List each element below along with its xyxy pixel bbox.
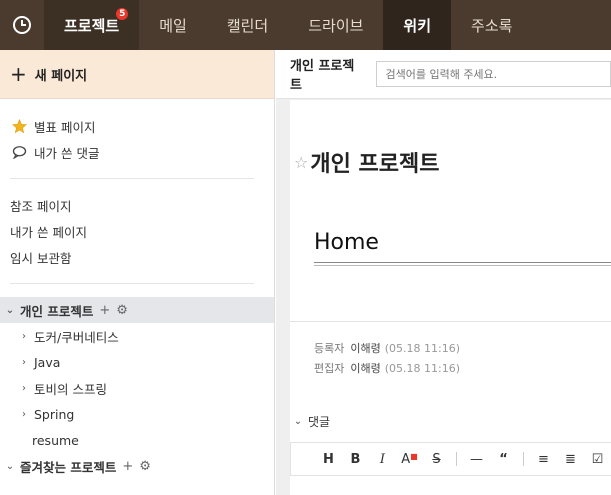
chevron-down-icon: ⌄ [293, 415, 303, 427]
sidebar-item-label: 내가 쓴 댓글 [34, 145, 100, 161]
tree-item-label: Java [34, 354, 61, 370]
add-icon[interactable]: + [99, 303, 110, 318]
nav-drive[interactable]: 드라이브 [288, 0, 383, 50]
font-color-button[interactable]: A■ [396, 452, 423, 467]
registered-info: 등록자 이해령 (05.18 11:16) [314, 340, 460, 356]
tree-item-toby-spring[interactable]: › 토비의 스프링 [0, 375, 274, 401]
tree-item-label: 개인 프로젝트 [20, 303, 94, 319]
editor-toolbar: H B I A■ S — “ ≡ ≣ ☑ [290, 442, 611, 476]
edited-at: (05.18 11:16) [384, 362, 461, 375]
registered-label: 등록자 [314, 342, 345, 355]
nav-calendar[interactable]: 캘린더 [207, 0, 288, 50]
nav-drive-label: 드라이브 [308, 16, 364, 35]
tree-item-resume[interactable]: resume [0, 427, 274, 453]
tree-item-label: resume [32, 432, 79, 448]
new-page-label: 새 페이지 [34, 68, 88, 84]
divider [10, 178, 254, 179]
main-content: 개인 프로젝트 ☆ 개인 프로젝트 Home 등록자이해령(05.18 11:1… [276, 50, 611, 495]
tree-item-label: Spring [34, 406, 75, 422]
registered-by[interactable]: 이해령 [350, 342, 380, 355]
edited-label: 편집자 [314, 362, 345, 375]
sidebar-item-favorites[interactable]: 별표 페이지 [10, 113, 264, 139]
tree-item-java[interactable]: › Java [0, 349, 274, 375]
horizontal-rule-button[interactable]: — [463, 452, 490, 467]
nav-calendar-label: 캘린더 [226, 16, 269, 35]
sidebar-item-label: 내가 쓴 페이지 [10, 224, 87, 240]
quote-button[interactable]: “ [490, 452, 517, 467]
chevron-right-icon[interactable]: › [18, 357, 30, 368]
edited-by[interactable]: 이해령 [350, 362, 380, 375]
divider [290, 321, 611, 322]
page-title: ☆ 개인 프로젝트 [294, 146, 439, 178]
nav-project[interactable]: 프로젝트 5 [44, 0, 140, 50]
edited-info: 편집자 이해령 (05.18 11:16) [314, 360, 460, 376]
tree-item-docker[interactable]: › 도커/쿠버네티스 [0, 323, 274, 349]
chevron-down-icon[interactable]: ⌄ [4, 461, 16, 472]
add-icon[interactable]: + [122, 459, 133, 474]
top-nav: 프로젝트 5 메일 캘린더 드라이브 위키 주소록 [0, 0, 611, 50]
italic-button[interactable]: I [369, 452, 396, 467]
search-input[interactable] [376, 61, 611, 87]
clock-icon[interactable] [0, 0, 44, 50]
checkbox-list-button[interactable]: ☑ [584, 452, 611, 467]
heading-rule [314, 262, 611, 266]
bullet-list-button[interactable]: ≡ [530, 452, 557, 467]
toolbar-divider [456, 452, 457, 466]
sidebar-item-drafts[interactable]: 임시 보관함 [10, 244, 264, 270]
chevron-down-icon[interactable]: ⌄ [4, 305, 16, 316]
strikethrough-button[interactable]: S [423, 452, 450, 467]
nav-wiki[interactable]: 위키 [383, 0, 452, 50]
comments-toggle[interactable]: ⌄ 댓글 [290, 406, 611, 436]
sidebar-item-label: 임시 보관함 [10, 250, 72, 266]
nav-contacts-label: 주소록 [471, 16, 513, 35]
nav-wiki-label: 위키 [403, 16, 432, 35]
bold-button[interactable]: B [342, 452, 369, 467]
heading-button[interactable]: H [315, 452, 342, 467]
chevron-right-icon[interactable]: › [18, 383, 30, 394]
comments-label: 댓글 [308, 414, 331, 429]
toolbar-divider [522, 452, 524, 466]
gear-icon[interactable]: ⚙ [139, 459, 151, 474]
chevron-right-icon[interactable]: › [18, 409, 30, 420]
plus-icon: + [10, 62, 27, 86]
divider [10, 283, 254, 284]
sidebar-item-my-pages[interactable]: 내가 쓴 페이지 [10, 218, 264, 244]
document: ☆ 개인 프로젝트 Home 등록자 이해령 (05.18 11:16) 편집자 이해… [290, 100, 611, 442]
star-icon [10, 118, 28, 134]
sidebar-item-reference[interactable]: 참조 페이지 [10, 192, 264, 218]
tree-item-project[interactable]: ⌄ 개인 프로젝트 + ⚙ [0, 297, 274, 323]
sidebar-item-my-comments[interactable]: 내가 쓴 댓글 [10, 139, 264, 165]
sidebar: + 새 페이지 별표 페이지 내가 쓴 댓글 참조 페이지 내가 쓴 페이지 임… [0, 50, 275, 495]
nav-contacts[interactable]: 주소록 [451, 0, 532, 50]
sidebar-item-label: 별표 페이지 [34, 119, 96, 135]
registered-at: (05.18 11:16) [384, 342, 461, 355]
tree-item-label: 즐겨찾는 프로젝트 [20, 459, 117, 475]
notification-badge: 5 [116, 8, 129, 20]
tree-item-spring[interactable]: › Spring [0, 401, 274, 427]
comments-section: ⌄ 댓글 H B I A■ S — “ ≡ ≣ ☑ [290, 406, 611, 495]
tree-item-label: 도커/쿠버네티스 [34, 329, 119, 345]
chevron-right-icon[interactable]: › [18, 331, 30, 342]
new-page-button[interactable]: + 새 페이지 [0, 50, 274, 99]
star-outline-icon[interactable]: ☆ [294, 153, 308, 172]
nav-mail[interactable]: 메일 [139, 0, 207, 50]
sidebar-item-label: 참조 페이지 [10, 198, 72, 214]
numbered-list-button[interactable]: ≣ [557, 452, 584, 467]
doc-heading: Home [314, 230, 379, 255]
tree-item-label: 토비의 스프링 [34, 381, 107, 397]
main-header: 개인 프로젝트 [276, 50, 611, 99]
comment-icon [10, 145, 28, 159]
page-title-text: 개인 프로젝트 [310, 152, 440, 177]
tree-item-favorite-projects[interactable]: ⌄ 즐겨찾는 프로젝트 + ⚙ [0, 453, 274, 479]
breadcrumb-title: 개인 프로젝트 [290, 59, 355, 93]
nav-project-label: 프로젝트 [64, 16, 120, 35]
nav-mail-label: 메일 [159, 16, 187, 35]
gear-icon[interactable]: ⚙ [116, 303, 128, 318]
